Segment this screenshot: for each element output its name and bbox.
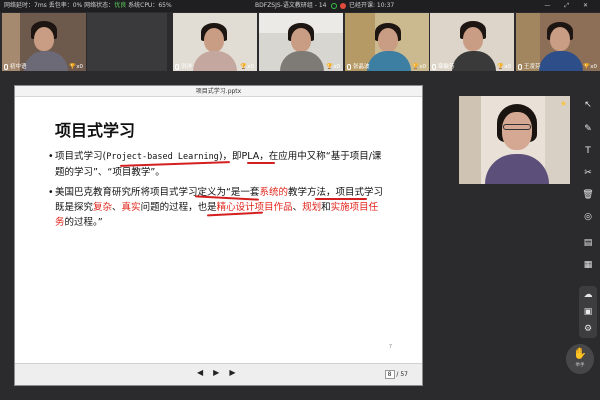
room-title-area: BDFZSJS-语文教研组 - 14 bbox=[255, 0, 338, 12]
participant-label: 章敏芳 bbox=[432, 62, 455, 70]
trophy-icon: 🏆x0 bbox=[412, 64, 426, 70]
participant-label: 初中语 bbox=[4, 62, 27, 70]
participant-face bbox=[550, 27, 570, 51]
mic-icon bbox=[4, 63, 8, 70]
trash-icon[interactable]: 🗑 bbox=[581, 188, 595, 202]
slide-bullet-2: • 美国巴克教育研究所将项目式学习定义为“是一套系统的教学方法，项目式学习既是探究… bbox=[48, 187, 383, 228]
trophy-icon: 🏆x0 bbox=[583, 64, 597, 70]
participant-strip: 初中语 🏆x0 洪洋 🏆x0 🏆x0 张晶波 🏆x0 章敏芳 🏆x0 王凌芬 🏆… bbox=[0, 13, 600, 71]
page-indicator: 8 / 57 bbox=[384, 370, 408, 379]
participant-tile[interactable]: 章敏芳 🏆x0 bbox=[430, 13, 514, 71]
pla-term: PLA bbox=[241, 151, 260, 162]
next-slide-icon[interactable]: ▶ bbox=[229, 368, 245, 377]
pen-icon[interactable]: ✎ bbox=[581, 122, 595, 136]
hand-icon: ✋ bbox=[573, 347, 587, 360]
participant-tile[interactable]: 洪洋 🏆x0 bbox=[173, 13, 257, 71]
latency-text: 网络延时：7ms bbox=[4, 2, 47, 9]
text-icon[interactable]: T bbox=[581, 144, 595, 158]
ink-underline bbox=[315, 198, 367, 200]
class-timer: 已经开课: 10:37 bbox=[340, 0, 394, 12]
presenter-video[interactable]: ★ bbox=[459, 96, 570, 184]
slide-canvas[interactable]: 项目式学习 • 项目式学习(Project-based Learning)，即PL… bbox=[15, 97, 422, 354]
participant-label: 王凌芬 bbox=[518, 62, 541, 70]
slide-navigation: ◀▶▶ bbox=[197, 368, 245, 377]
document-icon[interactable]: ▤ bbox=[581, 236, 595, 250]
total-pages: / 57 bbox=[396, 371, 408, 378]
recording-icon bbox=[340, 2, 346, 9]
participant-label: 洪洋 bbox=[175, 62, 192, 70]
raise-hand-button[interactable]: ✋ 举手 bbox=[566, 344, 594, 374]
network-state-label: 网络状态： bbox=[84, 2, 115, 9]
participant-tile[interactable]: 初中语 🏆x0 bbox=[2, 13, 86, 71]
status-bar: 网络延时：7ms 丢包率：0% 网络状态：优良 系统CPU：65% BDFZSJ… bbox=[0, 0, 600, 12]
cpu-text: 系统CPU：65% bbox=[128, 2, 172, 9]
participant-tile[interactable]: 🏆x0 bbox=[259, 13, 343, 71]
participant-face bbox=[204, 28, 224, 52]
ink-underline bbox=[247, 162, 275, 164]
mic-icon bbox=[175, 63, 179, 70]
network-state-value: 优良 bbox=[114, 2, 127, 9]
whiteboard-toolbar: ↖ ✎ T ✂ 🗑 ◎ ▤ ▦ ☁ ▣ ⚙ bbox=[579, 96, 597, 341]
trophy-icon: 🏆x0 bbox=[497, 64, 511, 70]
image-icon[interactable]: ▦ bbox=[581, 258, 595, 272]
participant-face bbox=[34, 27, 54, 51]
scissors-icon[interactable]: ✂ bbox=[581, 166, 595, 180]
participant-face bbox=[463, 27, 483, 51]
mouse-pointer-icon[interactable]: ↖ bbox=[581, 98, 595, 112]
prev-slide-icon[interactable]: ◀ bbox=[197, 368, 213, 377]
presenter-face bbox=[502, 112, 532, 150]
mic-icon bbox=[347, 63, 351, 70]
presentation-window: 项目式学习.pptx 项目式学习 • 项目式学习(Project-based Le… bbox=[14, 85, 423, 386]
elapsed-time: 已经开课: 10:37 bbox=[349, 2, 395, 9]
glasses bbox=[503, 124, 531, 130]
record-icon[interactable]: ◎ bbox=[581, 210, 595, 224]
connection-icon bbox=[331, 2, 338, 9]
participant-tile[interactable]: 张晶波 🏆x0 bbox=[345, 13, 429, 71]
cloud-icon[interactable]: ☁ bbox=[581, 288, 595, 302]
participant-label: 张晶波 bbox=[347, 62, 370, 70]
window-controls[interactable]: — ⤢ ✕ bbox=[544, 0, 594, 12]
participant-tile[interactable]: 王凌芬 🏆x0 bbox=[516, 13, 600, 71]
slide-number: 7 bbox=[388, 344, 392, 350]
participant-face bbox=[291, 28, 311, 52]
trophy-icon: 🏆x0 bbox=[326, 64, 340, 70]
star-icon: ★ bbox=[559, 99, 567, 108]
raise-hand-label: 举手 bbox=[575, 363, 585, 368]
mic-icon bbox=[518, 63, 522, 70]
slide-heading: 项目式学习 bbox=[55, 121, 136, 140]
presentation-title: 项目式学习.pptx bbox=[15, 86, 422, 97]
room-title: BDFZSJS-语文教研组 - 14 bbox=[255, 2, 327, 9]
current-page-input[interactable]: 8 bbox=[384, 370, 395, 379]
extra-tools-group: ☁ ▣ ⚙ bbox=[579, 286, 597, 338]
participant-tile-empty[interactable] bbox=[87, 13, 167, 71]
participant-face bbox=[378, 28, 398, 52]
play-icon[interactable]: ▶ bbox=[213, 368, 229, 377]
trophy-icon: 🏆x0 bbox=[69, 64, 83, 70]
toolbox-icon[interactable]: ▣ bbox=[581, 305, 595, 319]
mic-icon bbox=[432, 63, 436, 70]
packet-loss-text: 丢包率：0% bbox=[48, 2, 83, 9]
network-stats: 网络延时：7ms 丢包率：0% 网络状态：优良 系统CPU：65% bbox=[4, 0, 172, 12]
slide-bullet-1: • 项目式学习(Project-based Learning)，即PLA，在应用中… bbox=[48, 151, 382, 178]
trophy-icon: 🏆x0 bbox=[240, 64, 254, 70]
settings-icon[interactable]: ⚙ bbox=[581, 322, 595, 336]
presentation-controls: ◀▶▶ 8 / 57 bbox=[15, 363, 422, 385]
pbl-term: Project-based Learning bbox=[106, 152, 219, 162]
